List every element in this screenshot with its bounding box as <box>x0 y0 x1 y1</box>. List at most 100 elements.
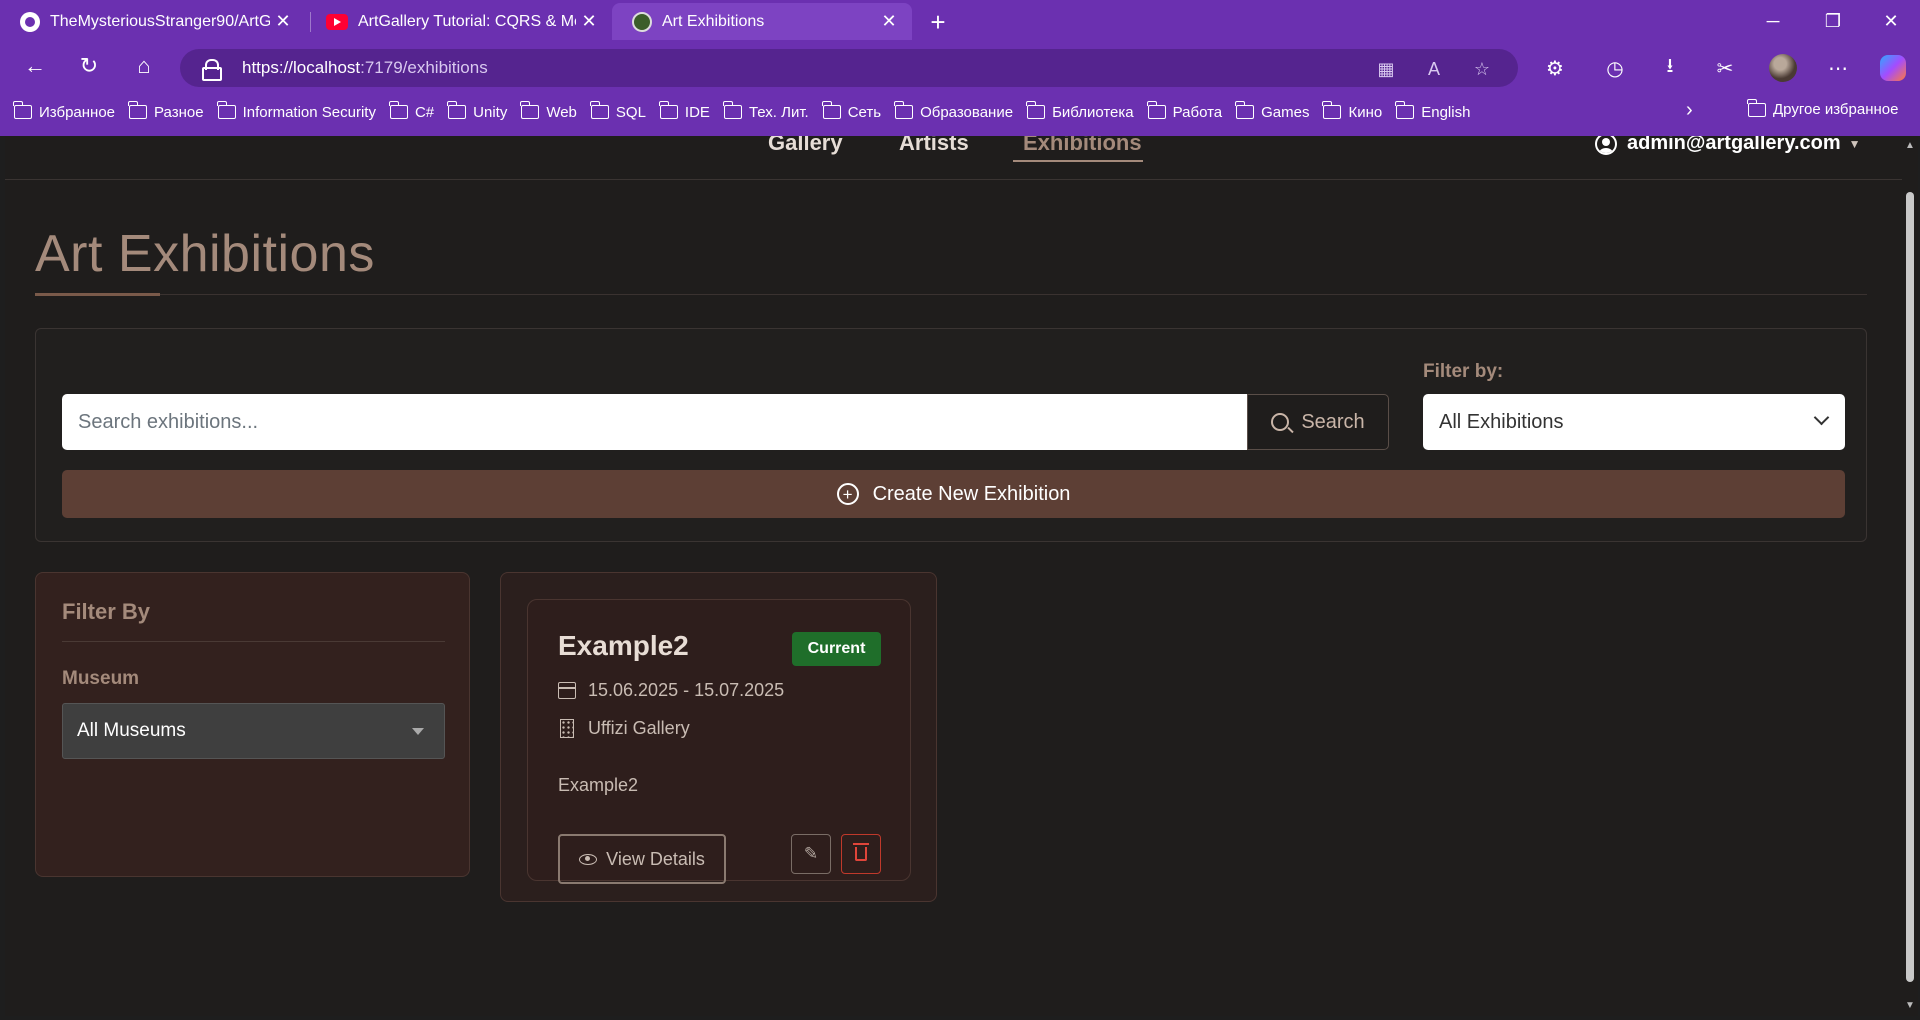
lock-icon[interactable] <box>202 59 222 81</box>
tab-title: ArtGallery Tutorial: CQRS & Medi <box>358 12 576 30</box>
bookmark-label: Работа <box>1172 103 1223 121</box>
close-window-button[interactable]: ✕ <box>1862 0 1920 42</box>
nav-link-exhibitions[interactable]: Exhibitions <box>1023 136 1142 156</box>
new-tab-button[interactable]: + <box>922 6 954 38</box>
status-badge: Current <box>792 632 881 666</box>
read-aloud-icon[interactable]: A <box>1423 58 1445 80</box>
browser-chrome: TheMysteriousStranger90/ArtGalle ✕ ArtGa… <box>0 0 1920 136</box>
nav-link-gallery[interactable]: Gallery <box>768 136 843 156</box>
edit-button[interactable]: ✎ <box>791 834 831 874</box>
copilot-button[interactable] <box>1873 48 1913 88</box>
tab-bar: TheMysteriousStranger90/ArtGalle ✕ ArtGa… <box>0 0 1920 42</box>
profile-button[interactable] <box>1763 48 1803 88</box>
scroll-down-arrow-icon[interactable]: ▼ <box>1905 1000 1915 1011</box>
tab-youtube[interactable]: ArtGallery Tutorial: CQRS & Medi ✕ <box>306 3 612 40</box>
filter-sidebar: Filter By Museum All Museums <box>35 572 470 877</box>
folder-icon <box>447 101 467 119</box>
user-menu[interactable]: admin@artgallery.com ▼ <box>1595 136 1861 155</box>
folder-icon <box>722 101 742 119</box>
bookmark-folder[interactable]: Unity <box>447 101 507 121</box>
create-exhibition-button[interactable]: + Create New Exhibition <box>62 470 1845 518</box>
bookmark-folder[interactable]: Библиотека <box>1026 101 1134 121</box>
search-button-label: Search <box>1301 410 1365 433</box>
eye-icon <box>579 853 598 865</box>
nav-link-artists[interactable]: Artists <box>899 136 969 156</box>
pencil-icon: ✎ <box>803 844 819 863</box>
bookmark-folder[interactable]: Тех. Лит. <box>722 101 809 121</box>
bookmark-folder[interactable]: Web <box>520 101 577 121</box>
tab-github[interactable]: TheMysteriousStranger90/ArtGalle ✕ <box>0 3 306 40</box>
bookmark-folder[interactable]: IDE <box>658 101 710 121</box>
page-title: Art Exhibitions <box>35 225 375 283</box>
museum-select[interactable]: All Museums <box>62 703 445 759</box>
screenshot-icon[interactable]: ✂ <box>1705 48 1745 88</box>
bookmark-folder[interactable]: Кино <box>1322 101 1382 121</box>
bookmark-label: Другое избранное <box>1773 101 1899 118</box>
bookmark-label: Разное <box>154 103 204 121</box>
folder-icon <box>1146 101 1166 119</box>
folder-icon <box>216 101 236 119</box>
bookmark-folder[interactable]: Работа <box>1146 101 1223 121</box>
plus-circle-icon: + <box>836 483 859 505</box>
bookmark-folder[interactable]: Games <box>1235 101 1309 121</box>
delete-button[interactable] <box>841 834 881 874</box>
folder-icon <box>894 101 914 119</box>
folder-icon <box>520 101 540 119</box>
extensions-icon[interactable]: ⚙ <box>1535 48 1575 88</box>
scrollbar-thumb[interactable] <box>1906 192 1914 982</box>
more-menu-icon[interactable]: ⋯ <box>1818 48 1858 88</box>
tab-art-exhibitions[interactable]: Art Exhibitions ✕ <box>612 3 912 40</box>
exhibition-filter-select[interactable]: All Exhibitions <box>1423 394 1845 450</box>
user-circle-icon <box>1595 136 1617 155</box>
scrollbar[interactable]: ▲ ▼ <box>1902 136 1918 1016</box>
tab-title: Art Exhibitions <box>662 12 765 30</box>
close-icon[interactable]: ✕ <box>576 9 602 35</box>
sidebar-heading: Filter By <box>62 599 151 624</box>
active-nav-indicator <box>1013 160 1143 162</box>
bookmark-label: English <box>1421 103 1471 121</box>
art-favicon <box>632 11 652 32</box>
reload-button[interactable]: ↻ <box>69 46 109 86</box>
chevron-right-icon[interactable]: › <box>1686 99 1693 122</box>
bookmark-label: Библиотека <box>1052 103 1134 121</box>
museum-text: Uffizi Gallery <box>588 718 690 738</box>
scroll-up-arrow-icon[interactable]: ▲ <box>1905 140 1915 151</box>
bookmark-folder[interactable]: English <box>1395 101 1471 121</box>
back-button[interactable]: ← <box>15 46 55 86</box>
exhibition-museum: Uffizi Gallery <box>558 718 690 739</box>
bookmark-folder[interactable]: SQL <box>589 101 646 121</box>
downloads-icon[interactable]: ⭳ <box>1650 48 1690 88</box>
bookmark-folder[interactable]: Разное <box>128 101 204 121</box>
bookmark-folder[interactable]: C# <box>388 101 434 121</box>
favorite-star-icon[interactable]: ☆ <box>1471 58 1493 80</box>
museum-value: All Museums <box>77 720 186 741</box>
navigation-toolbar: ← ↻ ⌂ https://localhost:7179/exhibitions… <box>0 46 1920 90</box>
create-button-label: Create New Exhibition <box>872 482 1071 505</box>
divider <box>35 294 1867 295</box>
search-input[interactable]: Search exhibitions... <box>62 394 1247 450</box>
bookmark-folder[interactable]: Information Security <box>216 101 376 121</box>
divider <box>62 641 445 642</box>
home-button[interactable]: ⌂ <box>124 46 164 86</box>
search-button[interactable]: Search <box>1247 394 1389 450</box>
close-icon[interactable]: ✕ <box>876 9 902 35</box>
bookmark-folder[interactable]: Избранное <box>13 101 115 121</box>
tab-title: TheMysteriousStranger90/ArtGalle <box>50 12 270 30</box>
url-text: https://localhost:7179/exhibitions <box>242 58 488 77</box>
restore-button[interactable]: ❐ <box>1804 0 1862 42</box>
bookmark-folder[interactable]: Сеть <box>821 101 881 121</box>
bookmark-label: SQL <box>615 103 646 121</box>
folder-icon <box>821 101 841 119</box>
bookmark-label: Тех. Лит. <box>748 103 809 121</box>
bookmark-folder[interactable]: Образование <box>894 101 1013 121</box>
app-available-icon[interactable]: ▦ <box>1375 58 1397 80</box>
history-icon[interactable]: ◷ <box>1595 48 1635 88</box>
view-details-button[interactable]: View Details <box>558 834 726 884</box>
close-icon[interactable]: ✕ <box>270 9 296 35</box>
other-bookmarks[interactable]: Другое избранное <box>1747 98 1899 118</box>
caret-down-icon <box>412 728 424 735</box>
copilot-icon <box>1880 55 1906 81</box>
address-bar[interactable]: https://localhost:7179/exhibitions ▦ A ☆ <box>180 49 1518 87</box>
minimize-button[interactable]: ─ <box>1744 0 1802 42</box>
folder-icon <box>589 101 609 119</box>
